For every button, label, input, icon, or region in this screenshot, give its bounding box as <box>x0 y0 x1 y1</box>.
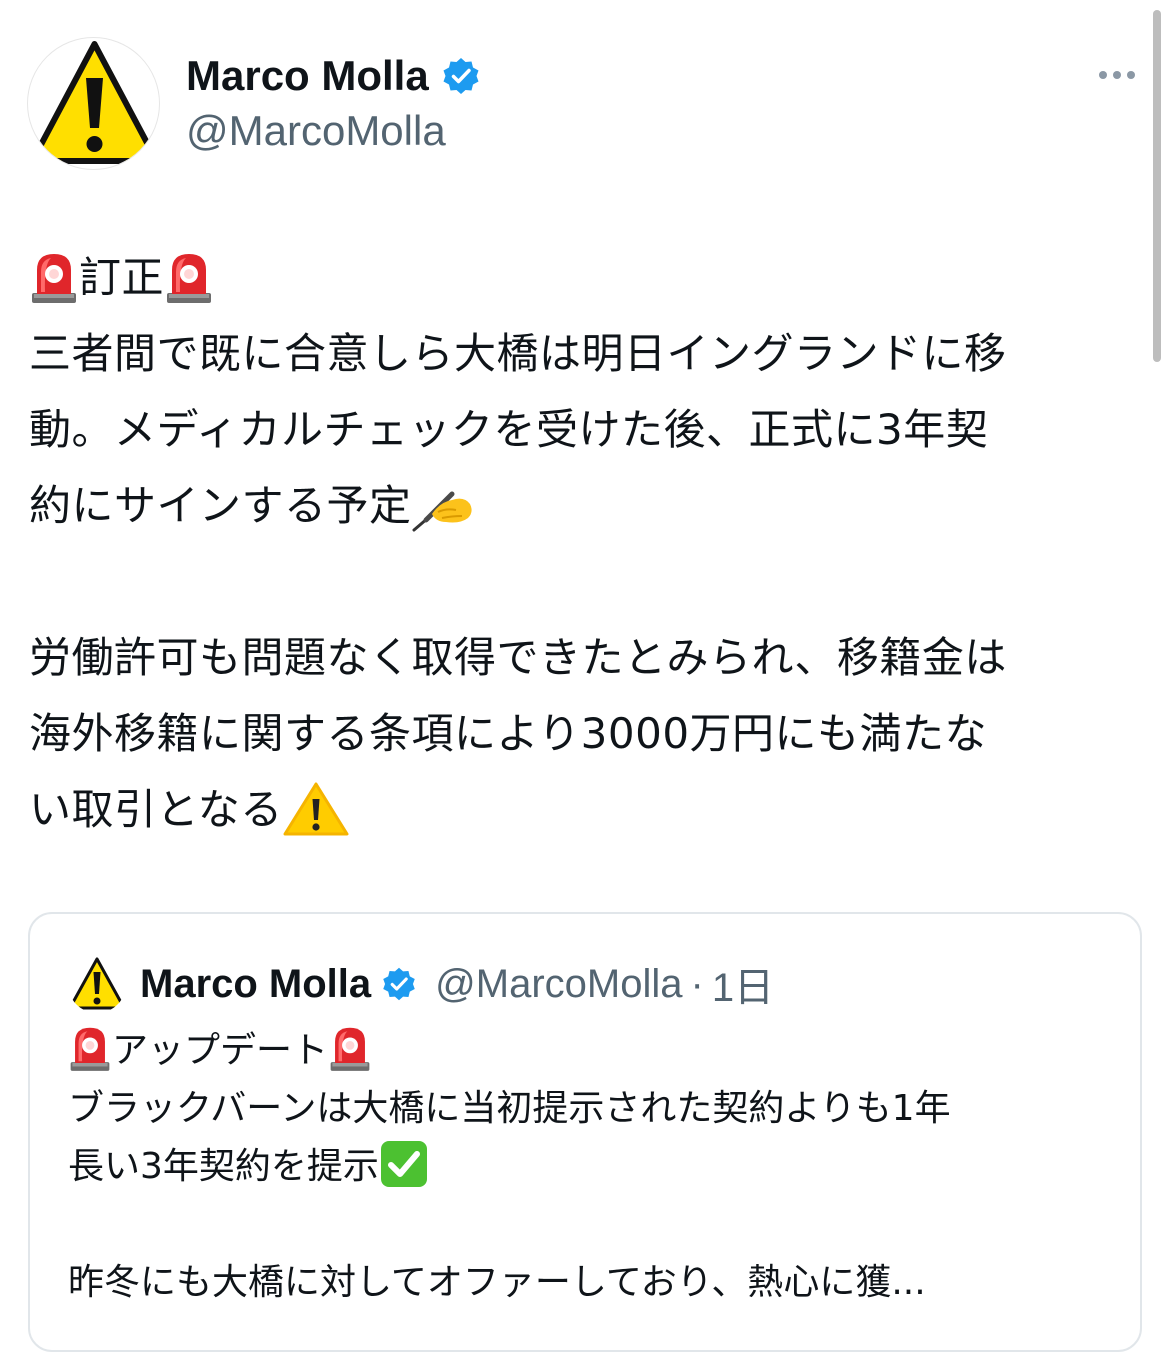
author-name-row[interactable]: Marco Molla <box>186 50 481 102</box>
quoted-tweet-card[interactable]: Marco Molla @MarcoMolla · 1日 アップデート ブラック… <box>28 912 1142 1352</box>
check-mark-button-icon <box>379 1139 429 1189</box>
separator-dot: · <box>690 961 704 1006</box>
tweet-line-2: 三者間で既に合意しら大橋は明日イングランドに移 <box>29 329 1007 378</box>
warning-sign-icon <box>69 957 125 1010</box>
verified-badge-icon <box>381 966 417 1002</box>
rotating-light-icon <box>68 1024 112 1072</box>
author-avatar[interactable] <box>27 37 160 170</box>
more-options-icon[interactable] <box>1090 60 1144 90</box>
tweet-text: 訂正 三者間で既に合意しら大橋は明日イングランドに移 動。メディカルチェックを受… <box>29 240 1139 848</box>
more-dot <box>1127 71 1135 79</box>
correction-label: 訂正 <box>79 253 165 302</box>
update-label: アップデート <box>112 1030 329 1071</box>
rotating-light-icon <box>328 1024 372 1072</box>
quoted-author-handle[interactable]: @MarcoMolla <box>435 962 682 1007</box>
tweet-line-4-text: 約にサインする予定 <box>29 481 412 530</box>
tweet-line-5: 労働許可も問題なく取得できたとみられ、移籍金は <box>29 633 1007 682</box>
warning-sign-icon <box>31 41 158 164</box>
more-dot <box>1113 71 1121 79</box>
quoted-tweet-timestamp[interactable]: 1日 <box>712 955 774 1013</box>
warning-icon <box>283 781 349 837</box>
tweet-line-3: 動。メディカルチェックを受けた後、正式に3年契 <box>29 405 989 454</box>
quoted-author-display-name[interactable]: Marco Molla <box>140 962 371 1007</box>
quoted-author-avatar[interactable] <box>68 955 126 1013</box>
writing-hand-icon <box>412 478 474 532</box>
quoted-line-3: 長い3年契約を提示 <box>68 1138 1108 1196</box>
quoted-line-1: アップデート <box>68 1022 1108 1080</box>
rotating-light-icon <box>164 250 214 304</box>
more-dot <box>1099 71 1107 79</box>
tweet-line-4: 約にサインする予定 <box>29 468 1139 544</box>
tweet-line-6: 海外移籍に関する条項により3000万円にも満たな <box>29 709 988 758</box>
tweet-line-7: い取引となる <box>29 772 1139 848</box>
author-handle[interactable]: @MarcoMolla <box>186 105 446 157</box>
tweet-line-1: 訂正 <box>29 240 1139 316</box>
quoted-line-2: ブラックバーンは大橋に当初提示された契約よりも1年 <box>68 1088 951 1129</box>
quoted-tweet-text: アップデート ブラックバーンは大橋に当初提示された契約よりも1年 長い3年契約を… <box>68 1022 1108 1312</box>
rotating-light-icon <box>29 250 79 304</box>
verified-badge-icon <box>441 56 481 96</box>
author-display-name[interactable]: Marco Molla <box>186 50 429 102</box>
quoted-tweet-header: Marco Molla @MarcoMolla · 1日 <box>68 954 774 1014</box>
quoted-line-4: 昨冬にも大橋に対してオファーしており、熱心に獲... <box>68 1262 926 1303</box>
scrollbar[interactable] <box>1153 10 1161 362</box>
tweet-line-7-text: い取引となる <box>29 785 283 834</box>
quoted-line-3-text: 長い3年契約を提示 <box>68 1146 379 1187</box>
